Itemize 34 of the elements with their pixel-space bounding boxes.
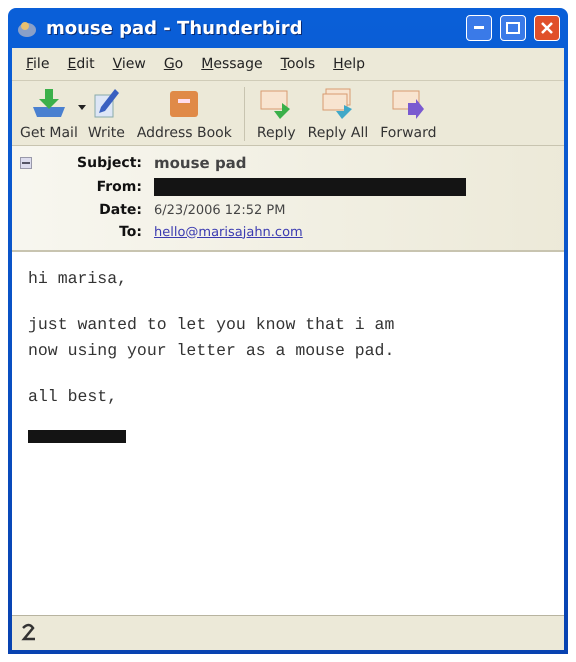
header-label: From: — [96, 179, 143, 195]
minimize-button[interactable] — [466, 15, 492, 41]
email-link[interactable]: hello@marisajahn.com — [154, 224, 303, 240]
minus-icon — [22, 159, 30, 167]
header-label: To: — [118, 224, 143, 240]
header-label: Date: — [98, 202, 143, 218]
toolbar-button[interactable]: Reply All — [302, 87, 374, 141]
close-icon — [541, 22, 553, 34]
menu-item[interactable]: Message — [195, 54, 269, 74]
caret-icon[interactable] — [78, 104, 86, 110]
menu-item[interactable]: File — [20, 54, 56, 74]
message-paragraph: just wanted to let you know that i am now using your letter as a mouse pad. — [28, 314, 396, 362]
toolbar-button[interactable]: Address Book — [130, 87, 238, 141]
menu-item[interactable]: View — [106, 54, 152, 74]
toolbar-button[interactable]: Write — [82, 87, 131, 141]
squiggle-icon — [20, 623, 38, 643]
toolbar-button[interactable]: Reply — [250, 87, 302, 141]
maximize-button[interactable] — [500, 15, 526, 41]
header-value: mouse pad — [154, 154, 247, 172]
header-value: 6/23/2006 12:52 PM — [154, 202, 286, 218]
collapse-toggle[interactable] — [20, 157, 32, 169]
menu-item[interactable]: Go — [158, 54, 190, 74]
header-label: Subject: — [76, 155, 143, 171]
maximize-icon — [506, 22, 520, 34]
window-title: mouse pad - Thunderbird — [46, 18, 304, 38]
toolbar-button[interactable]: Get Mail — [14, 87, 84, 141]
toolbar-button[interactable]: Forward — [374, 87, 443, 141]
close-button[interactable] — [534, 15, 560, 41]
menu-item[interactable]: Edit — [61, 54, 101, 74]
minimize-icon — [474, 26, 484, 30]
menu-item[interactable]: Help — [327, 54, 372, 74]
message-paragraph: hi marisa, — [28, 268, 128, 290]
menu-item[interactable]: Tools — [274, 54, 322, 74]
message-paragraph: all best, — [28, 386, 118, 408]
